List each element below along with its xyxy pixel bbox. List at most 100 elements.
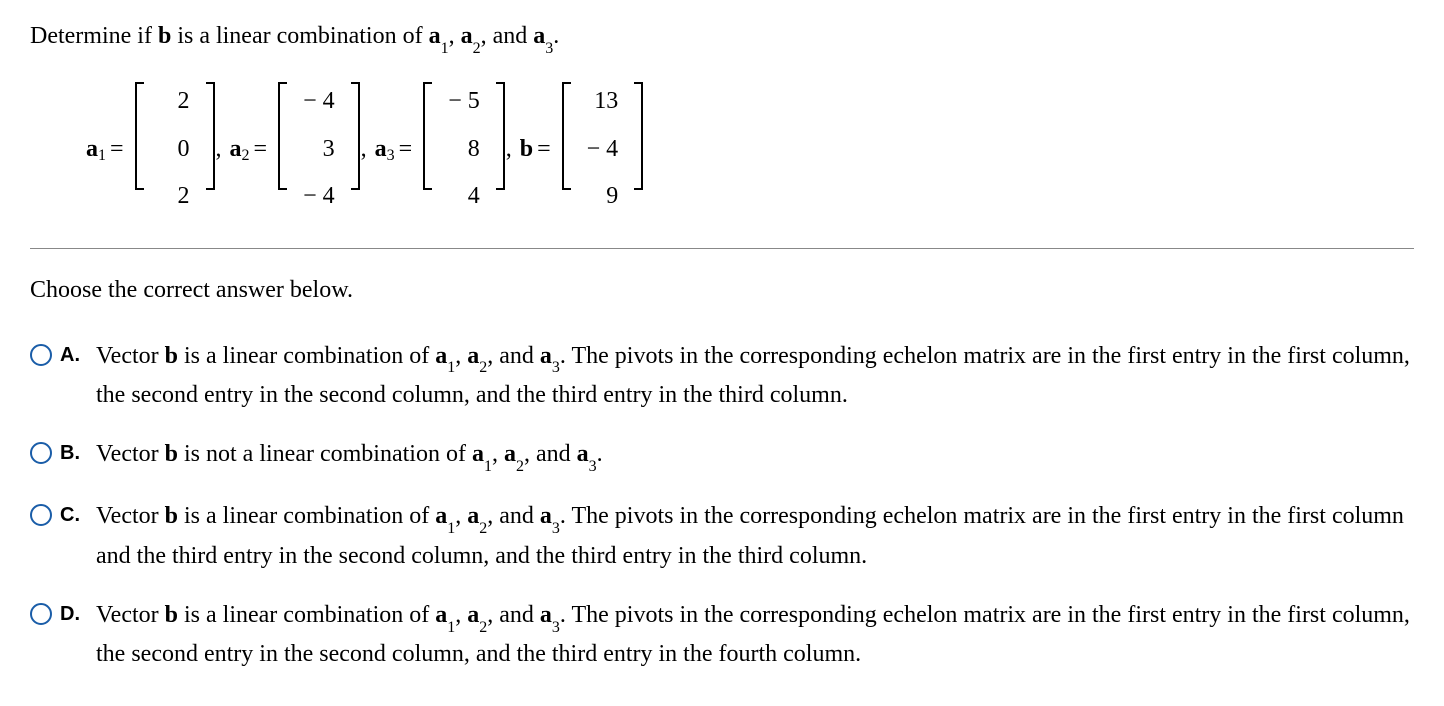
radio-a[interactable] (30, 344, 52, 366)
q-c1: , (449, 23, 461, 49)
oa-pre: Vector (96, 343, 165, 369)
b-v1: − 4 (587, 133, 619, 167)
option-d-text: Vector b is a linear combination of a1, … (96, 597, 1414, 674)
eq-a1: = (110, 133, 124, 167)
bracket-right-icon (632, 81, 644, 191)
radio-d[interactable] (30, 603, 52, 625)
vec-a3-sym: a (375, 133, 387, 167)
vec-a1-sym: a (86, 133, 98, 167)
bracket-left-icon (561, 81, 573, 191)
option-b[interactable]: B. Vector b is not a linear combination … (30, 436, 1414, 476)
bracket-right-icon (494, 81, 506, 191)
option-c-text: Vector b is a linear combination of a1, … (96, 498, 1414, 575)
ob-c2: , and (524, 441, 577, 467)
q-prefix: Determine if (30, 23, 158, 49)
oc-a2: a (467, 503, 479, 529)
option-d[interactable]: D. Vector b is a linear combination of a… (30, 597, 1414, 674)
ob-a3: a (577, 441, 589, 467)
oc-c2: , and (487, 503, 540, 529)
radio-b[interactable] (30, 442, 52, 464)
eq-a3: = (399, 133, 413, 167)
matrix-b: 13 − 4 9 (561, 81, 645, 218)
comma-1: , (216, 133, 222, 167)
choose-prompt: Choose the correct answer below. (30, 274, 1414, 308)
vec-b-sym: b (520, 133, 533, 167)
ob-b: b (165, 441, 178, 467)
label-a3: a3 = (375, 133, 417, 167)
question-text: Determine if b is a linear combination o… (30, 20, 1414, 56)
ob-s1: 1 (484, 458, 492, 475)
vector-definitions: a1 = 2 0 2 , a2 = − 4 3 − 4 , a3 = − 5 8 (80, 81, 1414, 218)
matrix-a2-col: − 4 3 − 4 (289, 81, 349, 218)
comma-3: , (506, 133, 512, 167)
od-a3: a (540, 602, 552, 628)
option-d-letter: D. (60, 600, 88, 628)
od-a1: a (435, 602, 447, 628)
option-c[interactable]: C. Vector b is a linear combination of a… (30, 498, 1414, 575)
matrix-a2: − 4 3 − 4 (277, 81, 361, 218)
option-b-letter: B. (60, 439, 88, 467)
radio-c[interactable] (30, 504, 52, 526)
oc-b: b (165, 503, 178, 529)
oa-a3: a (540, 343, 552, 369)
bracket-left-icon (422, 81, 434, 191)
oc-c1: , (455, 503, 467, 529)
eq-a2: = (254, 133, 268, 167)
vec-a1-sub: 1 (98, 145, 106, 167)
option-a[interactable]: A. Vector b is a linear combination of a… (30, 338, 1414, 415)
ob-a2: a (504, 441, 516, 467)
bracket-right-icon (204, 81, 216, 191)
label-a2: a2 = (230, 133, 272, 167)
a2-v0: − 4 (303, 85, 335, 119)
eq-b: = (537, 133, 551, 167)
od-b: b (165, 602, 178, 628)
q-sub2: 2 (473, 40, 481, 57)
ob-a1: a (472, 441, 484, 467)
q-a3: a (533, 23, 545, 49)
od-mid: is a linear combination of (178, 602, 435, 628)
a2-v2: − 4 (303, 180, 335, 214)
ob-s3: 3 (589, 458, 597, 475)
oa-mid: is a linear combination of (178, 343, 435, 369)
ob-s2: 2 (516, 458, 524, 475)
oc-mid: is a linear combination of (178, 503, 435, 529)
od-s1: 1 (447, 619, 455, 636)
ob-c1: , (492, 441, 504, 467)
q-mid1: is a linear combination of (171, 23, 428, 49)
a3-v0: − 5 (448, 85, 480, 119)
oc-a1: a (435, 503, 447, 529)
bracket-left-icon (134, 81, 146, 191)
a2-v1: 3 (303, 133, 335, 167)
q-b: b (158, 23, 171, 49)
q-sub1: 1 (441, 40, 449, 57)
options-list: A. Vector b is a linear combination of a… (30, 338, 1414, 674)
q-a1: a (429, 23, 441, 49)
option-a-letter: A. (60, 341, 88, 369)
b-v0: 13 (587, 85, 619, 119)
oc-pre: Vector (96, 503, 165, 529)
b-v2: 9 (587, 180, 619, 214)
oa-s3: 3 (552, 359, 560, 376)
matrix-a3: − 5 8 4 (422, 81, 506, 218)
oc-s2: 2 (479, 520, 487, 537)
vec-a2-sym: a (230, 133, 242, 167)
oa-s1: 1 (447, 359, 455, 376)
vec-a3-sub: 3 (387, 145, 395, 167)
oa-b: b (165, 343, 178, 369)
od-c1: , (455, 602, 467, 628)
a1-v0: 2 (160, 85, 190, 119)
vec-a2-sub: 2 (242, 145, 250, 167)
ob-pre: Vector (96, 441, 165, 467)
od-c2: , and (487, 602, 540, 628)
oc-s1: 1 (447, 520, 455, 537)
q-a2: a (461, 23, 473, 49)
q-c2: , and (481, 23, 534, 49)
oc-a3: a (540, 503, 552, 529)
matrix-a3-col: − 5 8 4 (434, 81, 494, 218)
comma-2: , (361, 133, 367, 167)
oa-c1: , (455, 343, 467, 369)
bracket-left-icon (277, 81, 289, 191)
od-a2: a (467, 602, 479, 628)
q-end: . (553, 23, 559, 49)
bracket-right-icon (349, 81, 361, 191)
